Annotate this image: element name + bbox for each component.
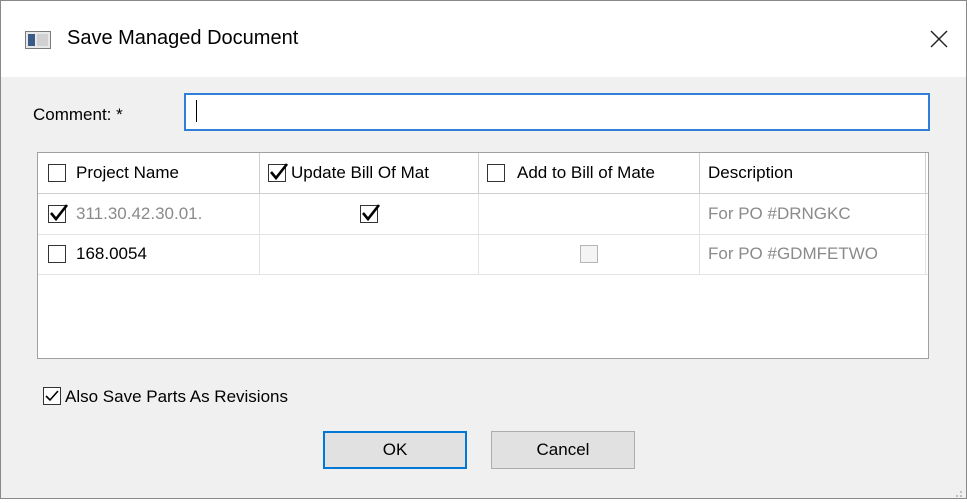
projects-grid: Project Name Update Bill Of Mat Add to B…: [37, 152, 929, 359]
description: For PO #DRNGKC: [700, 194, 926, 234]
ok-button[interactable]: OK: [323, 431, 467, 469]
column-label: Description: [708, 163, 794, 182]
title-bar: Save Managed Document: [1, 1, 966, 77]
project-name: 311.30.42.30.01.: [76, 204, 203, 223]
cell-project-name: 168.0054: [38, 234, 260, 274]
comment-input[interactable]: [184, 93, 930, 131]
column-description[interactable]: Description: [700, 153, 926, 193]
select-all-checkbox[interactable]: [48, 164, 66, 182]
column-label: Project Name: [76, 163, 179, 182]
cell-update-bom: [260, 234, 479, 274]
update-bom-all-checkbox[interactable]: [268, 163, 289, 182]
column-label: Add to Bill of Mate: [517, 163, 655, 182]
cancel-button[interactable]: Cancel: [491, 431, 635, 469]
grid-header: Project Name Update Bill Of Mat Add to B…: [38, 153, 928, 194]
table-row[interactable]: 168.0054 For PO #GDMFETWO: [38, 234, 928, 275]
text-caret: [196, 100, 197, 122]
update-bom-checkbox[interactable]: [360, 204, 381, 223]
column-label: Update Bill Of Mat: [291, 163, 429, 182]
resize-grip-icon[interactable]: [951, 483, 963, 497]
cell-add-bom: [479, 194, 700, 234]
save-managed-document-dialog: Save Managed Document Comment: * Project…: [0, 0, 967, 499]
add-bom-all-checkbox[interactable]: [487, 164, 505, 182]
dialog-title: Save Managed Document: [67, 27, 299, 49]
close-icon: [930, 30, 948, 48]
cell-project-name: 311.30.42.30.01.: [38, 194, 260, 234]
cell-update-bom: [260, 194, 479, 234]
column-project-name[interactable]: Project Name: [38, 153, 260, 193]
comment-label: Comment: *: [33, 105, 123, 124]
also-save-parts-checkbox[interactable]: [43, 387, 61, 405]
add-bom-checkbox: [580, 245, 598, 263]
close-button[interactable]: [919, 19, 959, 59]
description: For PO #GDMFETWO: [700, 234, 926, 274]
column-update-bom[interactable]: Update Bill Of Mat: [260, 153, 479, 193]
row-select-checkbox[interactable]: [48, 245, 66, 263]
cell-add-bom: [479, 234, 700, 274]
also-save-parts-label[interactable]: Also Save Parts As Revisions: [65, 387, 288, 407]
table-row[interactable]: 311.30.42.30.01. For PO #DRNGKC: [38, 194, 928, 235]
row-select-checkbox[interactable]: [48, 204, 69, 223]
column-add-bom[interactable]: Add to Bill of Mate: [479, 153, 700, 193]
window-icon: [25, 31, 51, 49]
project-name: 168.0054: [76, 244, 147, 263]
